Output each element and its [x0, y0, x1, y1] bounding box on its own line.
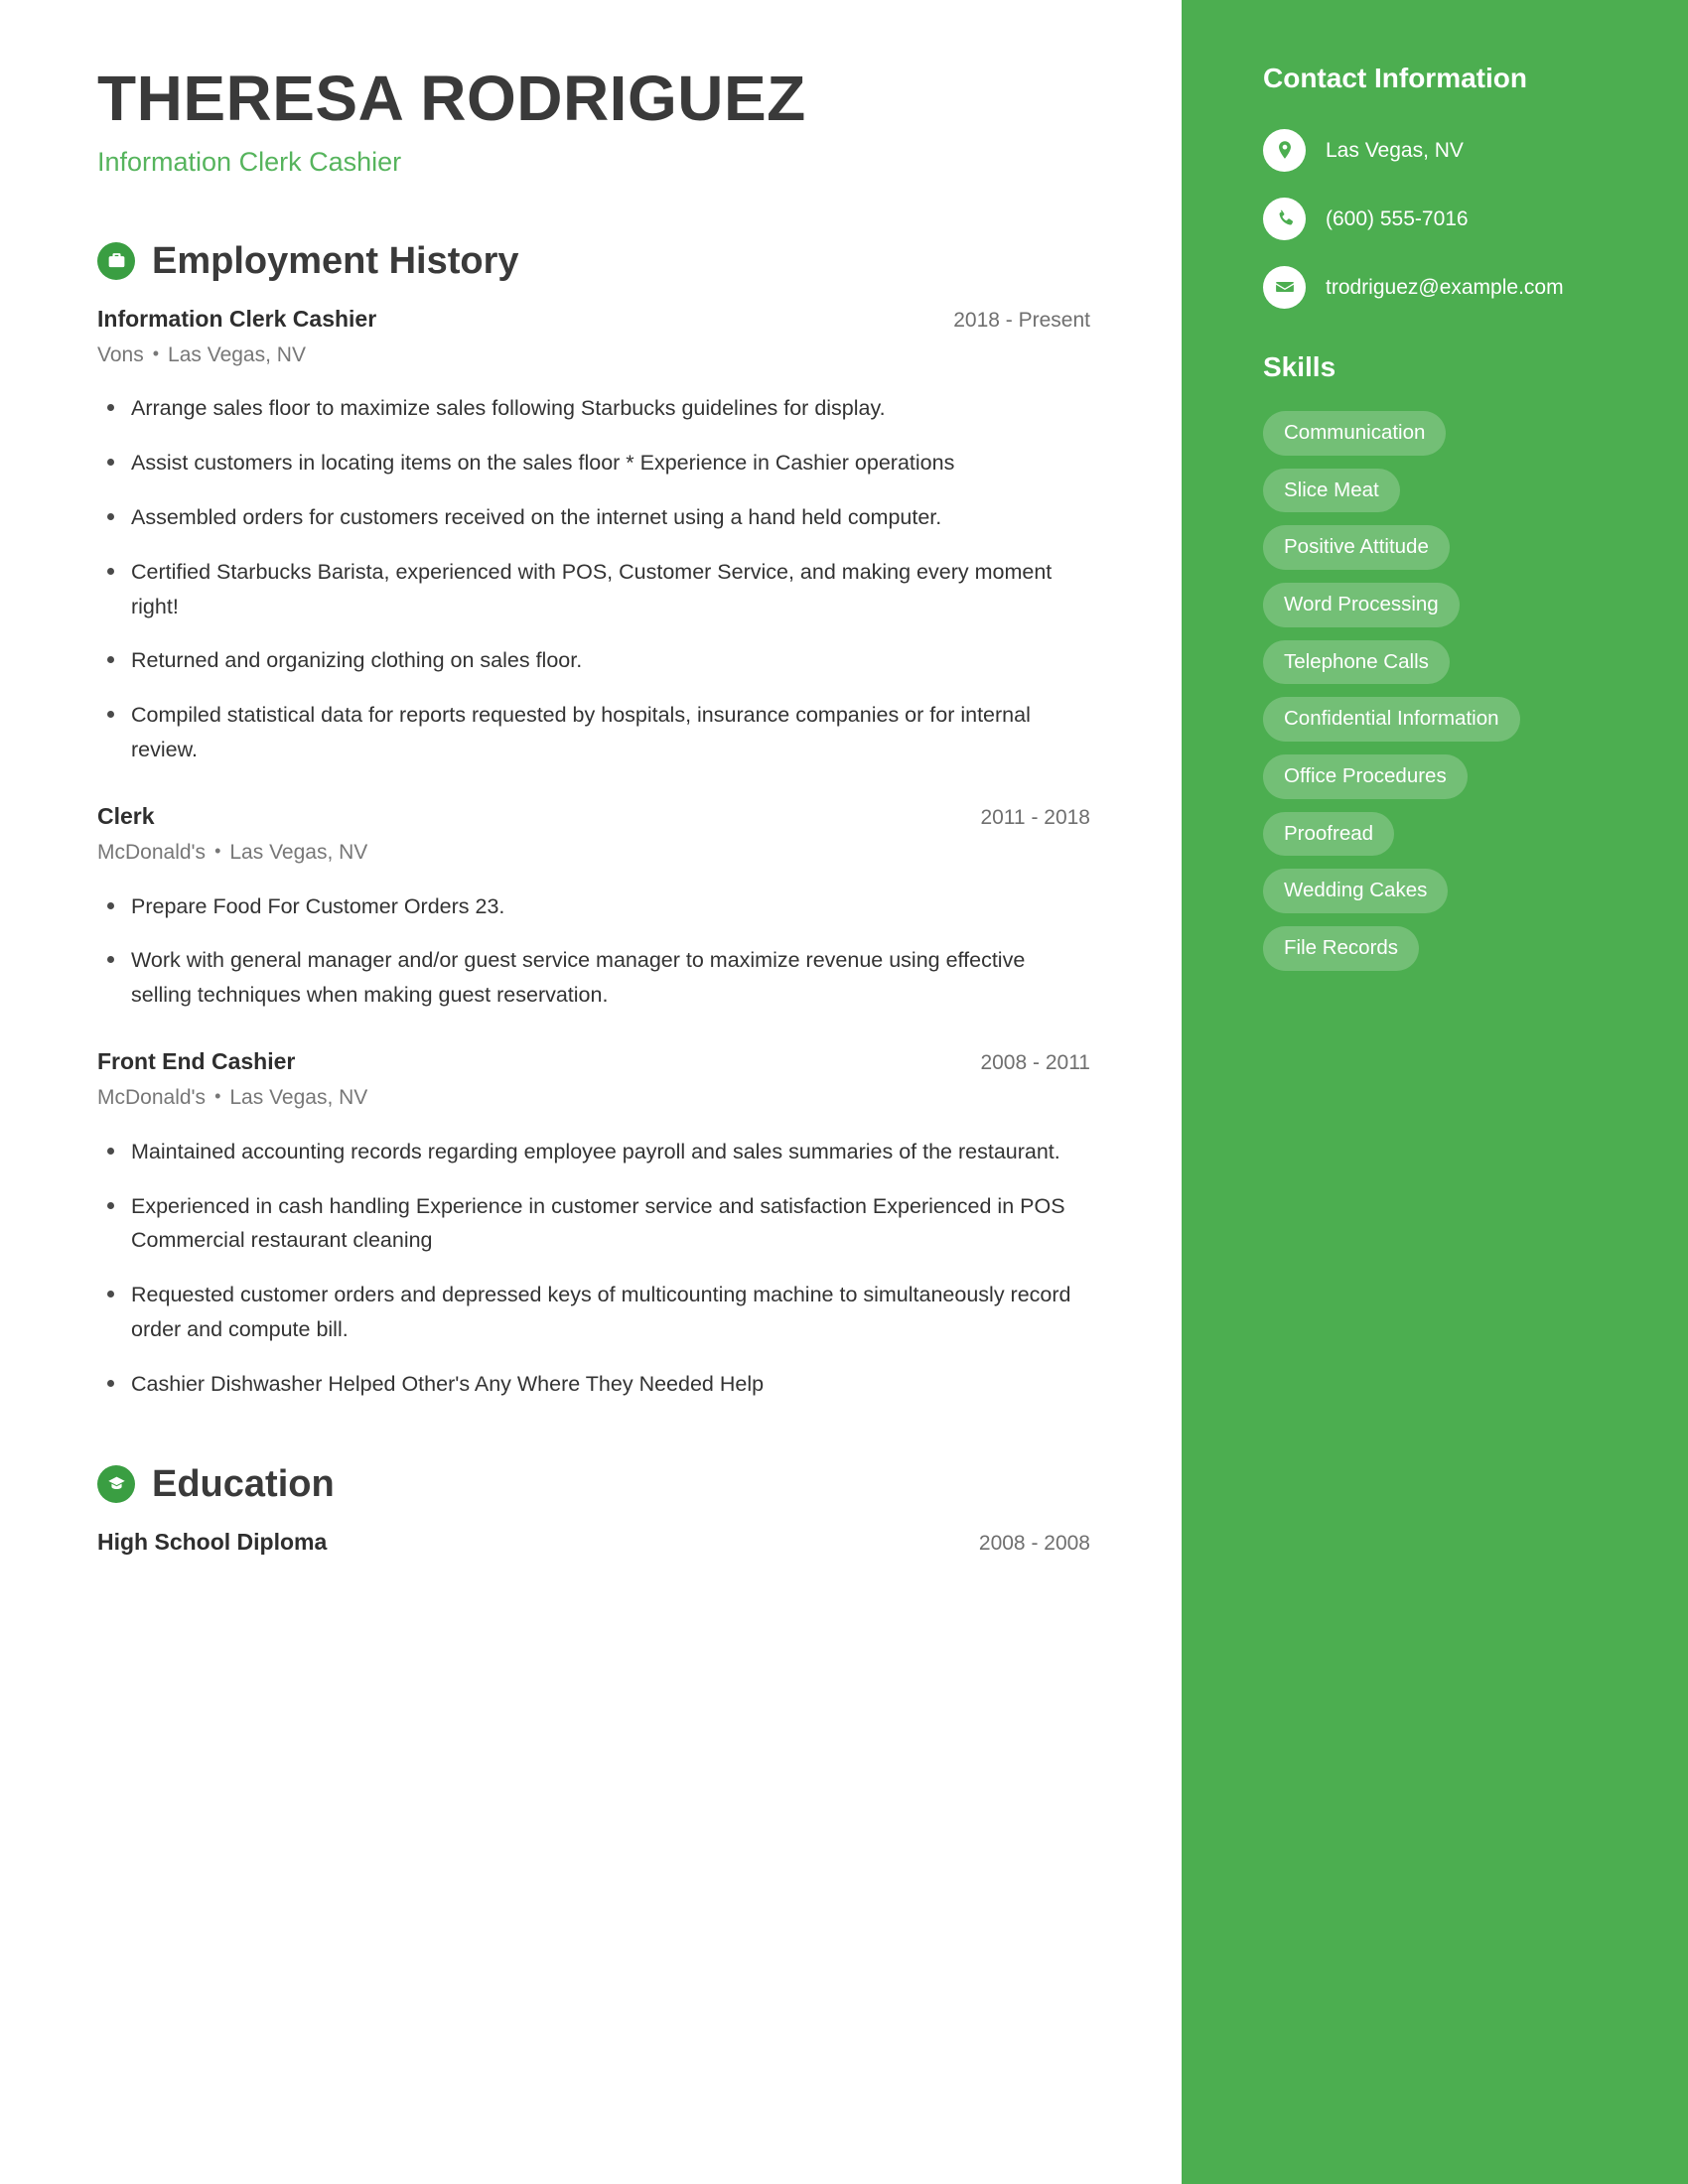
education-section: Education High School Diploma 2008 - 200… — [97, 1462, 1090, 1558]
education-entry: High School Diploma 2008 - 2008 — [97, 1527, 1090, 1558]
entry-job-title: Information Clerk Cashier — [97, 305, 377, 332]
entry-header-row: Information Clerk Cashier 2018 - Present — [97, 304, 1090, 335]
entry-company-location: McDonald's • Las Vegas, NV — [97, 839, 1090, 867]
list-item: Returned and organizing clothing on sale… — [97, 643, 1090, 678]
contact-item-email: trodriguez@example.com — [1263, 265, 1632, 309]
education-header: Education — [97, 1462, 1090, 1505]
list-item: Cashier Dishwasher Helped Other's Any Wh… — [97, 1367, 1090, 1402]
skill-pill: Office Procedures — [1263, 754, 1468, 799]
entry-header-row: Clerk 2011 - 2018 — [97, 801, 1090, 832]
contact-list: Las Vegas, NV (600) 555-7016 trodriguez@… — [1263, 128, 1632, 309]
entry-bullet-list: Prepare Food For Customer Orders 23. Wor… — [97, 889, 1090, 1013]
entry-header-row: Front End Cashier 2008 - 2011 — [97, 1046, 1090, 1077]
list-item: Arrange sales floor to maximize sales fo… — [97, 391, 1090, 426]
entry-bullet-list: Maintained accounting records regarding … — [97, 1135, 1090, 1402]
skill-pill: Communication — [1263, 411, 1447, 456]
list-item: Experienced in cash handling Experience … — [97, 1189, 1090, 1259]
employment-history-title: Employment History — [152, 239, 519, 282]
employment-history-header: Employment History — [97, 239, 1090, 282]
skill-pill: Slice Meat — [1263, 468, 1400, 513]
entry-meta-separator: • — [214, 1086, 221, 1107]
list-item: Assembled orders for customers received … — [97, 500, 1090, 535]
contact-email-value: trodriguez@example.com — [1326, 275, 1564, 299]
entry-company: Vons — [97, 342, 144, 366]
entry-bullet-list: Arrange sales floor to maximize sales fo… — [97, 391, 1090, 767]
entry-meta-separator: • — [152, 342, 160, 363]
list-item: Assist customers in locating items on th… — [97, 446, 1090, 480]
employment-entry: Information Clerk Cashier 2018 - Present… — [97, 304, 1090, 767]
list-item: Requested customer orders and depressed … — [97, 1278, 1090, 1347]
contact-phone-value: (600) 555-7016 — [1326, 206, 1469, 230]
employment-entry: Clerk 2011 - 2018 McDonald's • Las Vegas, … — [97, 801, 1090, 1013]
contact-location-value: Las Vegas, NV — [1326, 138, 1464, 162]
contact-information-title: Contact Information — [1263, 63, 1527, 93]
skill-pill: Proofread — [1263, 811, 1395, 857]
education-date-range: 2008 - 2008 — [978, 1531, 1090, 1555]
skill-pill: Word Processing — [1263, 583, 1460, 627]
skill-pill: Wedding Cakes — [1263, 869, 1449, 913]
entry-company: McDonald's — [97, 841, 207, 865]
entry-header-row: High School Diploma 2008 - 2008 — [97, 1527, 1090, 1558]
entry-company-location: Vons • Las Vegas, NV — [97, 341, 1090, 369]
entry-company-location: McDonald's • Las Vegas, NV — [97, 1084, 1090, 1112]
skill-pill: Positive Attitude — [1263, 525, 1450, 571]
location-pin-icon — [1263, 128, 1306, 172]
phone-icon — [1263, 197, 1306, 240]
resume-page: THERESA RODRIGUEZ Information Clerk Cash… — [0, 0, 1688, 2184]
skills-list: Communication Slice Meat Positive Attitu… — [1263, 411, 1632, 971]
entry-meta-separator: • — [214, 841, 221, 862]
entry-company: McDonald's — [97, 1086, 207, 1110]
skill-pill: Confidential Information — [1263, 697, 1520, 743]
entry-date-range: 2008 - 2011 — [980, 1051, 1090, 1075]
employment-entry: Front End Cashier 2008 - 2011 McDonald's… — [97, 1046, 1090, 1402]
entry-location: Las Vegas, NV — [168, 342, 306, 366]
entry-location: Las Vegas, NV — [229, 841, 368, 865]
list-item: Certified Starbucks Barista, experienced… — [97, 555, 1090, 624]
list-item: Maintained accounting records regarding … — [97, 1135, 1090, 1169]
page-title: THERESA RODRIGUEZ — [97, 63, 806, 134]
education-title: Education — [152, 1462, 335, 1505]
envelope-icon — [1263, 265, 1306, 309]
list-item: Prepare Food For Customer Orders 23. — [97, 889, 1090, 924]
employment-history-section: Employment History Information Clerk Cas… — [97, 239, 1090, 1402]
entry-date-range: 2018 - Present — [953, 308, 1090, 332]
contact-item-location: Las Vegas, NV — [1263, 128, 1632, 172]
entry-job-title: Clerk — [97, 802, 155, 829]
education-degree: High School Diploma — [97, 1528, 328, 1555]
briefcase-icon — [97, 241, 135, 280]
list-item: Compiled statistical data for reports re… — [97, 698, 1090, 767]
skills-title: Skills — [1263, 350, 1336, 382]
list-item: Work with general manager and/or guest s… — [97, 943, 1090, 1013]
graduation-cap-icon — [97, 1464, 135, 1503]
sidebar: Contact Information Las Vegas, NV (600) … — [1182, 0, 1688, 2184]
main-content: THERESA RODRIGUEZ Information Clerk Cash… — [0, 0, 1182, 2184]
skill-pill: Telephone Calls — [1263, 639, 1450, 685]
entry-date-range: 2011 - 2018 — [980, 805, 1090, 829]
contact-item-phone: (600) 555-7016 — [1263, 197, 1632, 240]
skill-pill: File Records — [1263, 925, 1420, 971]
headline-job-title: Information Clerk Cashier — [97, 147, 402, 178]
entry-job-title: Front End Cashier — [97, 1048, 296, 1075]
entry-location: Las Vegas, NV — [229, 1086, 368, 1110]
